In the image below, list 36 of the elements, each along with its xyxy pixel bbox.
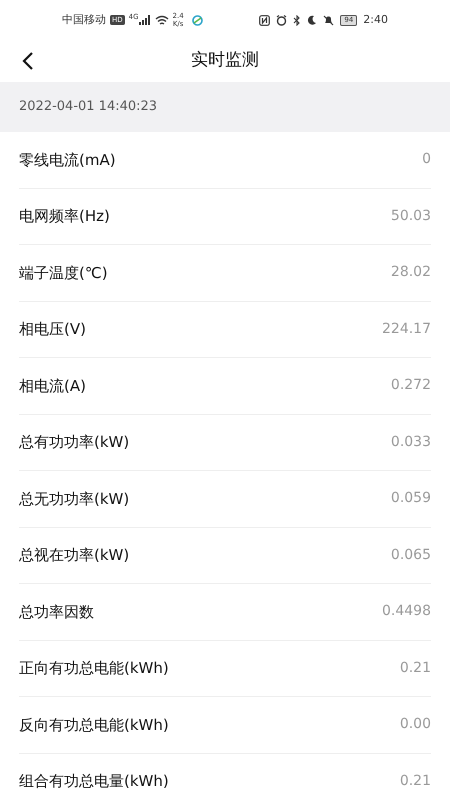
reading-label: 总无功功率(kW) <box>19 488 130 510</box>
signal-icon <box>138 15 151 25</box>
moon-icon <box>307 15 318 25</box>
reading-label: 零线电流(mA) <box>19 150 116 170</box>
reading-value: 28.02 <box>390 263 431 282</box>
reading-value: 0.00 <box>400 715 431 734</box>
reading-value: 0.272 <box>390 376 431 396</box>
reading-value: 0.4498 <box>382 602 431 622</box>
carrier-name: 中国移动 <box>62 12 106 28</box>
reading-label: 反向有功总电能(kWh) <box>19 714 169 736</box>
reading-value: 0 <box>422 150 431 170</box>
reading-label: 相电流(A) <box>19 376 86 396</box>
alarm-icon <box>276 14 288 26</box>
reading-label: 电网频率(Hz) <box>19 206 110 227</box>
reading-label: 正向有功总电能(kWh) <box>19 658 169 679</box>
page-title: 实时监测 <box>191 49 259 72</box>
reading-value: 0.033 <box>390 432 431 452</box>
nfc-icon <box>259 14 270 26</box>
reading-label: 总功率因数 <box>19 602 94 622</box>
reading-value: 0.065 <box>390 546 431 565</box>
reading-value: 0.21 <box>400 658 431 678</box>
reading-value: 0.059 <box>390 489 431 508</box>
timestamp-bar: 2022-04-01 14:40:23 <box>0 82 450 132</box>
reading-value: 50.03 <box>390 206 431 226</box>
muted-bell-icon <box>323 14 334 26</box>
reading-label: 端子温度(℃) <box>19 262 108 284</box>
reading-label: 总有功功率(kW) <box>19 432 130 453</box>
reading-label: 相电压(V) <box>19 319 86 340</box>
wifi-icon <box>154 14 169 26</box>
bluetooth-icon <box>293 14 302 26</box>
clock-time: 2:40 <box>363 12 388 28</box>
back-icon <box>22 51 34 71</box>
reading-value: 224.17 <box>382 320 431 339</box>
reading-label: 组合有功总电量(kWh) <box>19 771 169 792</box>
reading-label: 总视在功率(kW) <box>19 545 130 566</box>
reading-value: 0.21 <box>400 772 431 791</box>
